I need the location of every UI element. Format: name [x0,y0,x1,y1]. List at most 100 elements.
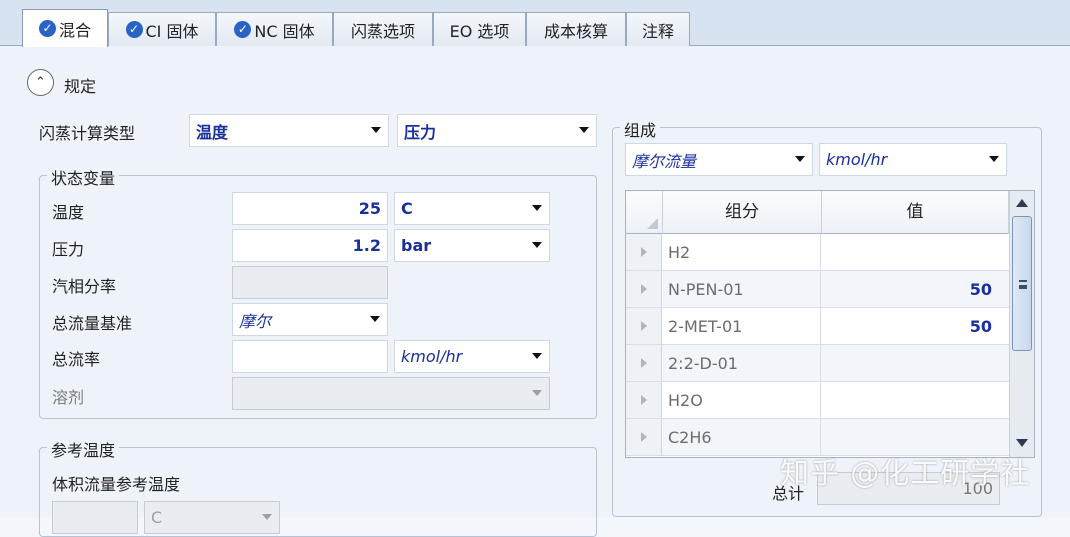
row-selector[interactable] [626,382,662,418]
tab-label: EO 选项 [449,21,510,41]
caret-down-icon [532,353,542,359]
grid-header-value[interactable]: 值 [822,191,1009,234]
tab-nc-solid[interactable]: ✓ NC 固体 [216,12,333,46]
total-flow-basis-select[interactable]: 摩尔 [232,303,388,336]
component-cell: 2:2-D-01 [663,345,821,381]
volume-flow-ref-temp-input [52,501,138,534]
volume-flow-ref-temp-label: 体积流量参考温度 [52,475,181,494]
scroll-up-icon[interactable] [1016,199,1028,207]
grid-corner[interactable] [626,191,663,234]
tab-label: 闪蒸选项 [350,21,415,41]
total-flow-rate-label: 总流率 [52,350,101,369]
value-cell[interactable] [822,345,1009,381]
reference-temperature-title: 参考温度 [47,437,120,461]
component-cell: H2O [663,382,821,418]
caret-down-icon [532,390,542,396]
grip-icon [1019,280,1027,289]
value-cell[interactable]: 50 [822,308,1009,344]
pressure-unit-select[interactable]: bar [394,229,550,262]
check-circle-icon: ✓ [125,21,143,38]
table-row[interactable]: 2:2-D-01 [626,345,1009,382]
total-flow-rate-unit-select[interactable]: kmol/hr [394,340,550,373]
row-selector[interactable] [626,234,662,270]
composition-basis-value: 摩尔流量 [632,151,697,171]
tab-mixed[interactable]: ✓ 混合 [22,9,108,47]
row-pointer-icon [641,358,647,368]
table-row[interactable]: H2 [626,234,1009,271]
section-title: 规定 [64,77,97,96]
tab-eo-options[interactable]: EO 选项 [433,12,526,46]
tab-label: 注释 [641,21,674,41]
tab-label: NC 固体 [254,21,315,41]
total-flow-basis-value: 摩尔 [239,311,272,331]
tab-label: 成本核算 [543,21,608,41]
watermark: 知乎 @化工研学社 [780,456,1031,490]
composition-title: 组成 [620,117,661,141]
state-variables-title: 状态变量 [47,165,120,189]
caret-down-icon [371,127,381,133]
temperature-unit-select[interactable]: C [394,192,550,225]
temperature-label: 温度 [52,203,85,222]
value-cell[interactable] [822,234,1009,270]
caret-down-icon [795,156,805,162]
component-cell: N-PEN-01 [663,271,821,307]
row-selector[interactable] [626,271,662,307]
row-selector[interactable] [626,308,662,344]
tab-label: 混合 [58,20,91,40]
caret-down-icon [370,316,380,322]
flash-spec1-select[interactable]: 温度 [189,114,389,147]
temperature-unit-value: C [401,199,413,218]
table-row[interactable]: 2-MET-01 50 [626,308,1009,345]
check-circle-icon: ✓ [234,21,252,38]
component-cell: 2-MET-01 [663,308,821,344]
composition-unit-select[interactable]: kmol/hr [819,143,1007,176]
component-cell: H2 [663,234,821,270]
tab-comments[interactable]: 注释 [626,12,690,46]
row-selector[interactable] [626,345,662,381]
row-pointer-icon [641,284,647,294]
pressure-input[interactable]: 1.2 [232,229,388,262]
grid-header-component[interactable]: 组分 [663,191,822,234]
row-selector[interactable] [626,419,662,455]
solvent-label: 溶剂 [52,388,85,407]
table-row[interactable]: N-PEN-01 50 [626,271,1009,308]
value-cell[interactable]: 50 [822,271,1009,307]
tab-flash-options[interactable]: 闪蒸选项 [333,12,433,46]
flash-spec1-value: 温度 [196,122,229,142]
solvent-select [232,377,550,410]
flash-spec2-select[interactable]: 压力 [397,114,597,147]
value-cell[interactable] [822,382,1009,418]
volume-flow-ref-temp-unit-select: C [144,501,280,534]
scroll-down-icon[interactable] [1016,439,1028,447]
chevron-up-icon[interactable]: ⌃ [27,69,54,96]
tab-label: CI 固体 [145,21,199,41]
tab-costing[interactable]: 成本核算 [526,12,626,46]
total-flow-rate-unit-value: kmol/hr [401,347,463,366]
row-pointer-icon [641,321,647,331]
total-flow-basis-label: 总流量基准 [52,314,133,333]
scrollbar-thumb[interactable] [1012,216,1032,351]
caret-down-icon [532,242,542,248]
pressure-label: 压力 [52,240,85,259]
row-pointer-icon [641,432,647,442]
caret-down-icon [579,127,589,133]
tab-ci-solid[interactable]: ✓ CI 固体 [108,12,216,46]
temperature-input[interactable]: 25 [232,192,388,225]
flash-type-label: 闪蒸计算类型 [39,124,136,143]
flash-spec2-value: 压力 [404,122,437,142]
total-flow-rate-input[interactable] [232,340,388,373]
row-pointer-icon [641,395,647,405]
vapor-fraction-input [232,266,388,299]
grid-scrollbar[interactable] [1009,191,1034,457]
composition-unit-value: kmol/hr [826,150,888,169]
composition-grid: 组分 值 H2 N-PEN-01 50 2-MET-01 50 2:2-D-01… [625,190,1035,458]
caret-down-icon [532,205,542,211]
volume-flow-ref-temp-unit-value: C [151,508,163,527]
pressure-unit-value: bar [401,236,432,255]
caret-down-icon [989,156,999,162]
caret-down-icon [262,514,272,520]
check-circle-icon: ✓ [38,20,56,37]
composition-basis-select[interactable]: 摩尔流量 [625,143,813,176]
table-row[interactable]: H2O [626,382,1009,419]
vapor-fraction-label: 汽相分率 [52,277,117,296]
